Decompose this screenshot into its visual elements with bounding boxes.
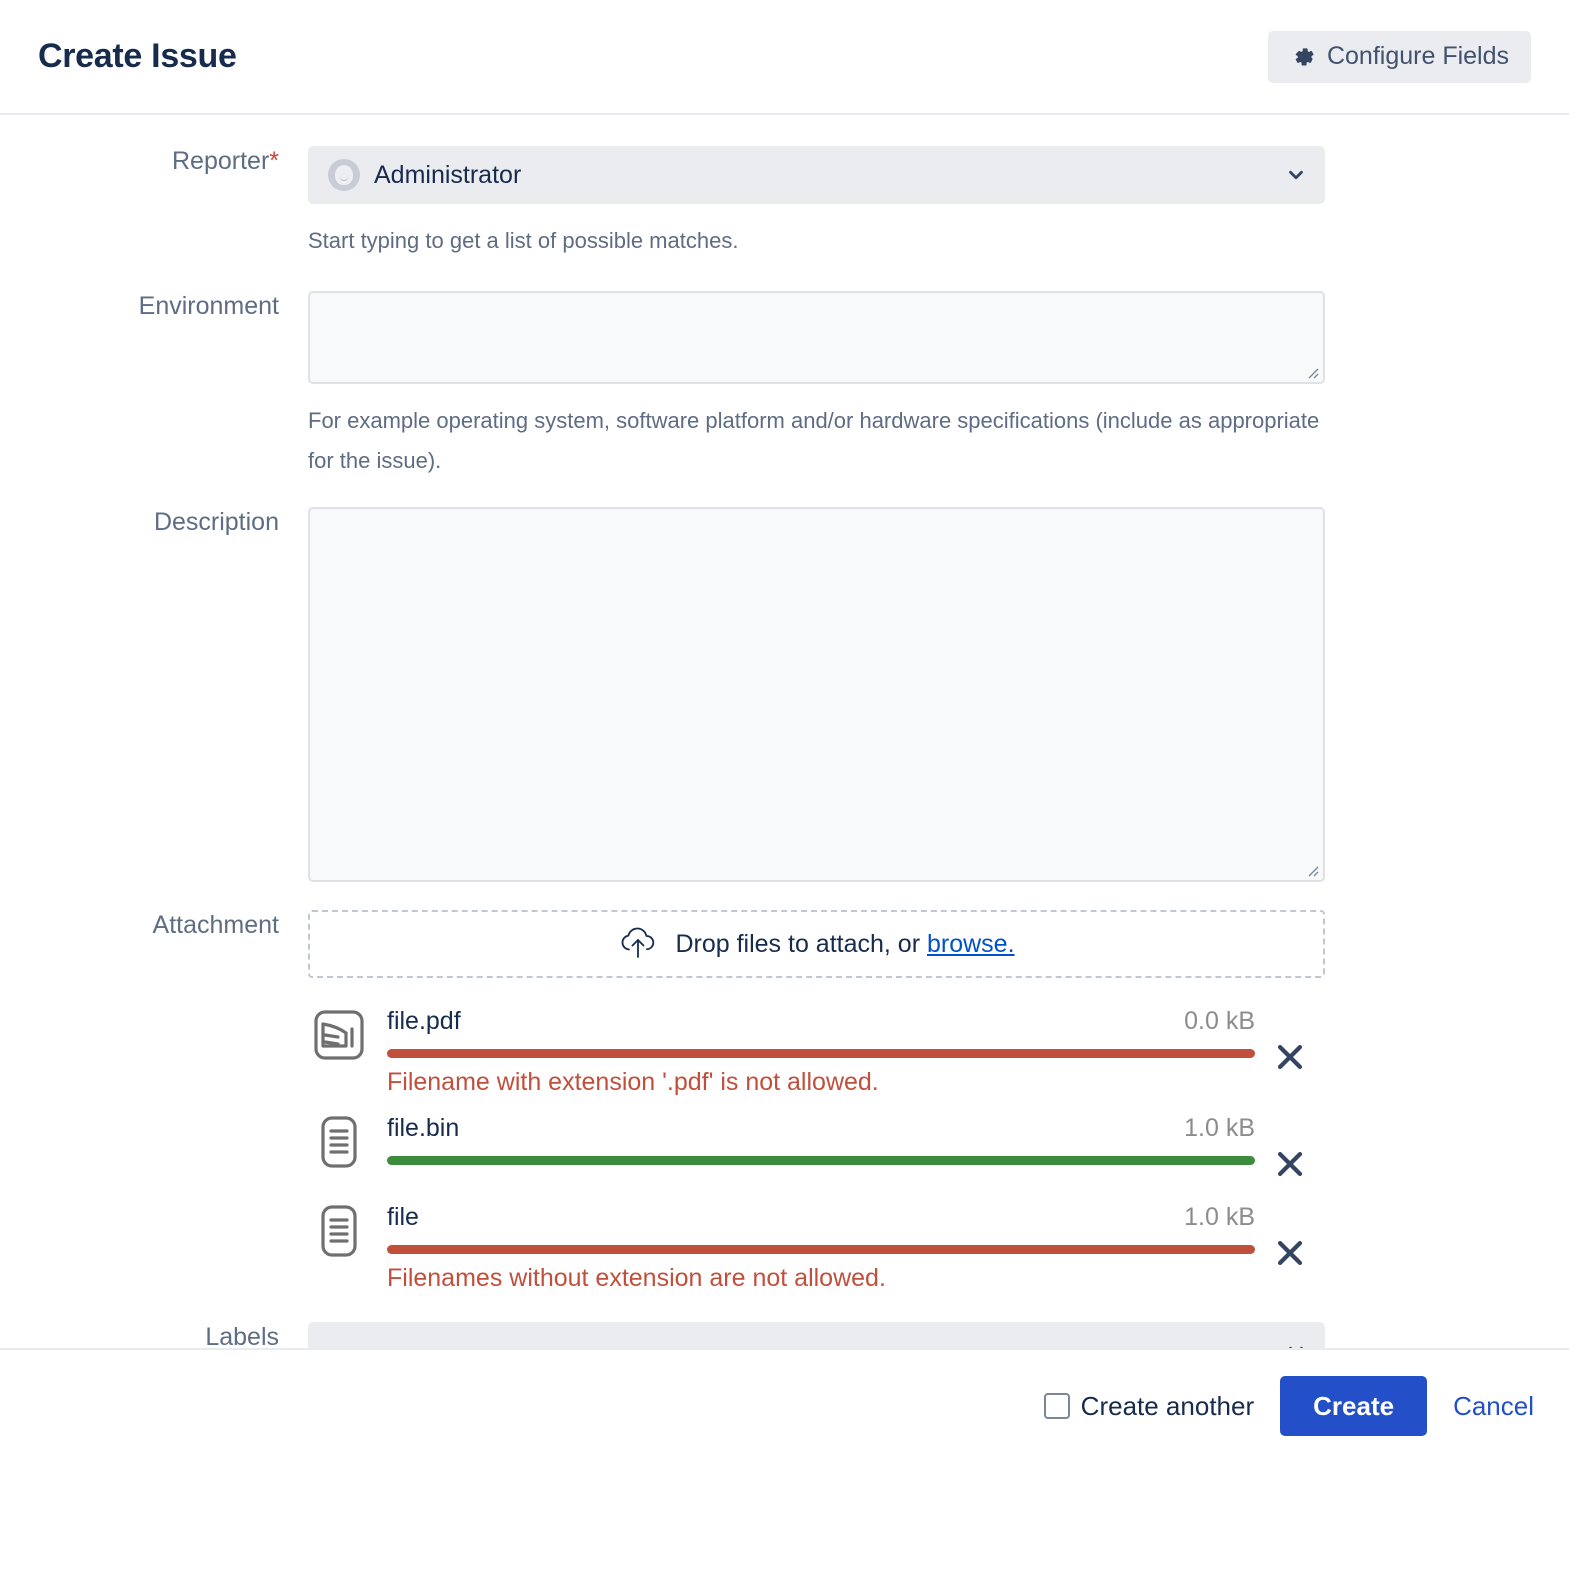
browse-link[interactable]: browse. (927, 930, 1015, 958)
configure-fields-button[interactable]: Configure Fields (1268, 31, 1531, 83)
environment-label: Environment (0, 291, 308, 321)
reporter-field-wrap: Administrator Start typing to get a list… (308, 146, 1569, 261)
page-title: Create Issue (38, 37, 237, 76)
required-marker: * (269, 147, 279, 175)
reporter-help-text: Start typing to get a list of possible m… (308, 221, 1325, 261)
attachment-progress-bar (387, 1245, 1255, 1254)
generic-file-icon (308, 1200, 370, 1262)
attachment-dropzone[interactable]: Drop files to attach, or browse. (308, 910, 1325, 978)
attachment-label: Attachment (0, 910, 308, 940)
attachment-row: file 1.0 kB Filenames without extension ar… (308, 1186, 1325, 1293)
attachment-details: file.bin 1.0 kB (387, 1111, 1255, 1165)
attachment-filesize: 1.0 kB (1184, 1203, 1255, 1232)
attachment-error-message: Filename with extension '.pdf' is not al… (387, 1067, 1255, 1097)
field-row-description: Description (0, 481, 1569, 882)
reporter-label-text: Reporter (172, 147, 269, 175)
close-icon (1273, 1147, 1307, 1186)
attachment-name-row: file 1.0 kB (387, 1203, 1255, 1232)
attachment-name-row: file.pdf 0.0 kB (387, 1007, 1255, 1036)
attachment-error-message: Filenames without extension are not allo… (387, 1263, 1255, 1293)
attachment-row: file.pdf 0.0 kB Filename with extension '.… (308, 990, 1325, 1097)
create-button[interactable]: Create (1280, 1376, 1427, 1436)
description-field-wrap (308, 507, 1569, 882)
remove-attachment-button[interactable] (1255, 1200, 1325, 1275)
environment-help-text: For example operating system, software p… (308, 401, 1325, 481)
close-icon (1273, 1236, 1307, 1275)
dropzone-text: Drop files to attach, or browse. (675, 930, 1014, 959)
close-icon (1273, 1040, 1307, 1079)
dropzone-label: Drop files to attach, or (675, 930, 920, 958)
attachment-filename: file.pdf (387, 1007, 461, 1036)
reporter-select[interactable]: Administrator (308, 146, 1325, 204)
cancel-button[interactable]: Cancel (1453, 1391, 1534, 1422)
field-row-reporter: Reporter* Administrator Start typing to … (0, 115, 1569, 261)
configure-fields-label: Configure Fields (1327, 44, 1509, 69)
attachment-progress-bar (387, 1049, 1255, 1058)
attachment-list: file.pdf 0.0 kB Filename with extension '.… (308, 990, 1325, 1293)
field-row-environment: Environment For example operating system… (0, 261, 1569, 481)
attachment-name-row: file.bin 1.0 kB (387, 1114, 1255, 1143)
pdf-file-icon (308, 1004, 370, 1066)
create-another-checkbox-wrap[interactable]: Create another (1044, 1391, 1254, 1422)
field-row-attachment: Attachment Drop files to attach, or brow… (0, 882, 1569, 1293)
reporter-label: Reporter* (0, 146, 308, 176)
attachment-filename: file.bin (387, 1114, 459, 1143)
remove-attachment-button[interactable] (1255, 1111, 1325, 1186)
cloud-upload-icon (618, 925, 658, 964)
create-another-label: Create another (1081, 1391, 1254, 1422)
attachment-details: file.pdf 0.0 kB Filename with extension '.… (387, 1004, 1255, 1097)
attachment-filesize: 1.0 kB (1184, 1114, 1255, 1143)
description-label: Description (0, 507, 308, 537)
gear-icon (1290, 44, 1316, 70)
attachment-field-wrap: Drop files to attach, or browse. file.pd… (308, 910, 1569, 1293)
dialog-footer: Create another Create Cancel (0, 1348, 1569, 1462)
description-input[interactable] (308, 507, 1325, 882)
attachment-filename: file (387, 1203, 419, 1232)
generic-file-icon (308, 1111, 370, 1173)
attachment-progress-bar (387, 1156, 1255, 1165)
chevron-down-icon (1285, 164, 1307, 186)
create-another-checkbox[interactable] (1044, 1393, 1070, 1419)
reporter-value: Administrator (374, 161, 1285, 190)
environment-field-wrap: For example operating system, software p… (308, 291, 1569, 481)
avatar (328, 159, 360, 191)
dialog-body: Reporter* Administrator Start typing to … (0, 115, 1569, 1462)
attachment-filesize: 0.0 kB (1184, 1007, 1255, 1036)
environment-input[interactable] (308, 291, 1325, 384)
attachment-details: file 1.0 kB Filenames without extension ar… (387, 1200, 1255, 1293)
remove-attachment-button[interactable] (1255, 1004, 1325, 1079)
attachment-row: file.bin 1.0 kB (308, 1097, 1325, 1186)
dialog-header: Create Issue Configure Fields (0, 0, 1569, 115)
